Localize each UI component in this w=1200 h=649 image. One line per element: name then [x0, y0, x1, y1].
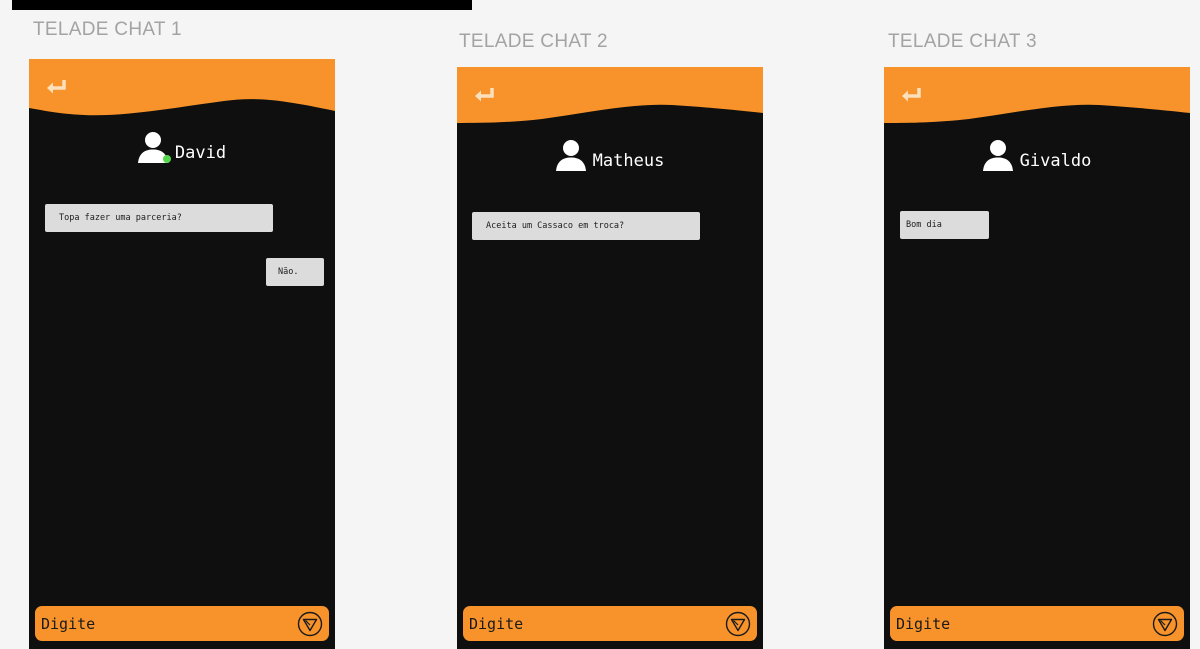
chat-screen-3: Givaldo Bom dia Digite — [884, 67, 1190, 649]
contact-name: Givaldo — [1019, 151, 1092, 171]
contact-header: Givaldo — [884, 139, 1190, 171]
send-icon[interactable] — [297, 611, 323, 637]
frame-label-chat-2: TELADE CHAT 2 — [459, 31, 608, 52]
chat-screen-2: Matheus Aceita um Cassaco em troca? Digi… — [457, 67, 763, 649]
online-status-dot — [162, 155, 171, 163]
message-bubble-sent: Não. — [266, 258, 324, 286]
message-input-placeholder: Digite — [41, 614, 96, 633]
return-arrow-icon[interactable] — [44, 77, 70, 97]
message-bubble-received: Aceita um Cassaco em troca? — [472, 212, 700, 240]
frame-label-chat-3: TELADE CHAT 3 — [888, 31, 1037, 52]
contact-header: David — [29, 131, 335, 163]
header-wave — [884, 67, 1190, 123]
contact-header: Matheus — [457, 139, 763, 171]
message-input-placeholder: Digite — [896, 614, 951, 633]
send-icon[interactable] — [725, 611, 751, 637]
header-wave — [29, 59, 335, 116]
message-input-placeholder: Digite — [469, 614, 524, 633]
return-arrow-icon[interactable] — [899, 85, 925, 105]
return-arrow-icon[interactable] — [472, 85, 498, 105]
message-input[interactable]: Digite — [890, 606, 1184, 641]
user-icon — [137, 131, 171, 163]
chat-header — [457, 67, 763, 129]
chat-screen-1: David Topa fazer uma parceria? Não. Digi… — [29, 59, 335, 649]
message-bubble-received: Bom dia — [900, 211, 989, 239]
message-input[interactable]: Digite — [35, 606, 329, 641]
contact-name: David — [174, 143, 227, 163]
message-bubble-received: Topa fazer uma parceria? — [45, 204, 273, 232]
contact-name: Matheus — [592, 151, 665, 171]
chat-header — [884, 67, 1190, 129]
frame-label-chat-1: TELADE CHAT 1 — [33, 19, 182, 40]
chat-header — [29, 59, 335, 121]
header-wave — [457, 67, 763, 123]
user-icon — [982, 139, 1013, 171]
message-input[interactable]: Digite — [463, 606, 757, 641]
send-icon[interactable] — [1152, 611, 1178, 637]
top-black-bar — [12, 0, 472, 10]
user-icon — [555, 139, 586, 171]
